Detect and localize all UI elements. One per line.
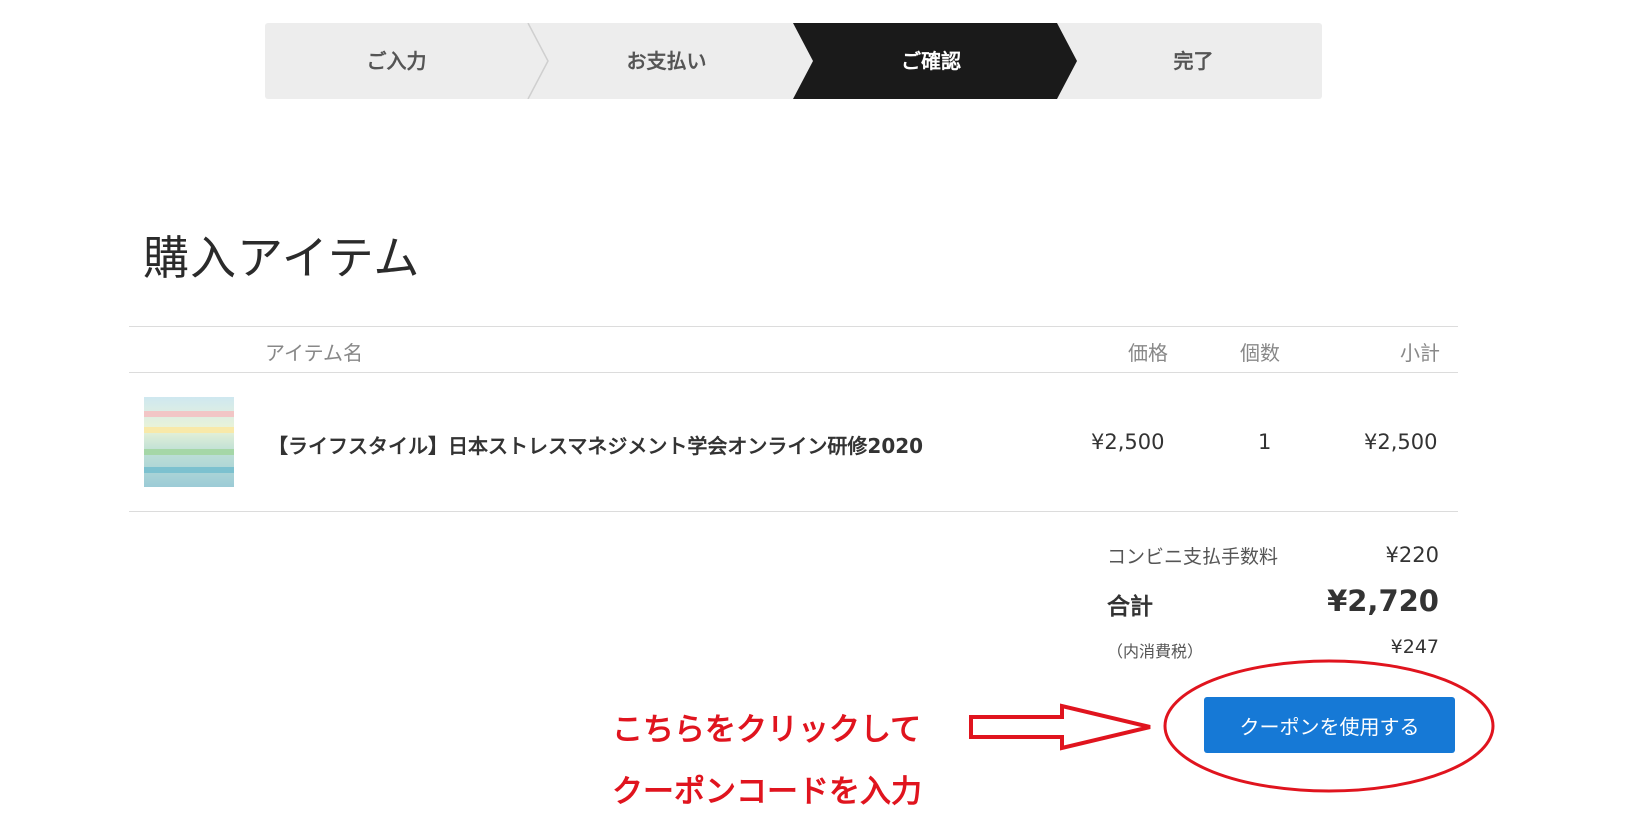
table-top-divider (129, 326, 1458, 327)
annotation-overlay (969, 659, 1495, 793)
tax-label: （内消費税） (1107, 642, 1204, 661)
item-quantity: 1 (1258, 430, 1272, 454)
checkout-steps: ご入力 お支払い ご確認 完了 (265, 23, 1322, 99)
item-name: 【ライフスタイル】日本ストレスマネジメント学会オンライン研修2020 (268, 434, 924, 458)
table-header-divider (129, 372, 1458, 373)
annotation-arrow-icon (969, 703, 1151, 751)
step-input: ご入力 (366, 49, 427, 73)
page-title: 購入アイテム (143, 231, 421, 285)
header-subtotal: 小計 (1400, 341, 1440, 365)
item-subtotal: ¥2,500 (1364, 430, 1438, 454)
table-bottom-divider (129, 511, 1458, 512)
annotation-line-2: クーポンコードを入力 (612, 774, 922, 810)
fee-value: ¥220 (1385, 543, 1439, 567)
step-payment: お支払い (626, 49, 707, 73)
item-thumbnail[interactable] (144, 397, 234, 487)
use-coupon-button[interactable]: クーポンを使用する (1204, 697, 1455, 753)
step-complete: 完了 (1173, 49, 1214, 73)
step-confirm: ご確認 (901, 49, 961, 73)
total-value: ¥2,720 (1327, 584, 1439, 618)
annotation-line-1: こちらをクリックして (612, 712, 922, 748)
header-quantity: 個数 (1240, 341, 1280, 365)
header-price: 価格 (1128, 341, 1168, 365)
item-price: ¥2,500 (1091, 430, 1165, 454)
total-label: 合計 (1107, 594, 1153, 620)
tax-value: ¥247 (1390, 636, 1439, 658)
fee-label: コンビニ支払手数料 (1107, 546, 1279, 568)
header-item-name: アイテム名 (265, 341, 363, 365)
